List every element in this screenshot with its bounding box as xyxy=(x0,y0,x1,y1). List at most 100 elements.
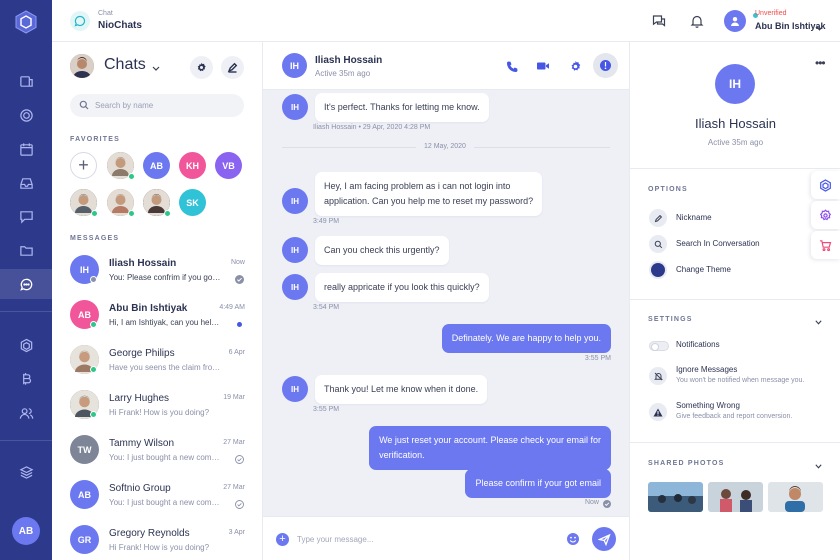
chat-app-icon xyxy=(70,11,90,31)
info-icon xyxy=(600,60,611,71)
setting-description: Give feedback and report conversion. xyxy=(676,413,793,420)
emoji-icon[interactable] xyxy=(566,532,580,549)
read-check-icon xyxy=(235,275,244,287)
favorites-heading: FAVORITES xyxy=(70,136,120,143)
message-time: 27 Mar xyxy=(223,484,245,491)
option-label: Nickname xyxy=(676,213,712,222)
option-nickname[interactable]: Nickname xyxy=(649,209,819,227)
send-icon xyxy=(597,533,611,546)
message-time: 27 Mar xyxy=(223,439,245,446)
add-favorite-button[interactable]: + xyxy=(70,152,97,179)
message-text: Can you check this urgently? xyxy=(324,245,440,255)
message-avatar: IH xyxy=(282,237,308,263)
compose-button[interactable] xyxy=(221,56,244,79)
add-attachment-button[interactable]: + xyxy=(276,533,289,546)
send-button[interactable] xyxy=(592,527,616,551)
message-text: Please confirm if your got email xyxy=(475,478,601,488)
conversation-list-item[interactable]: AB Softnio Group You: I just bought a new … xyxy=(52,473,262,518)
floating-cart-button[interactable] xyxy=(811,231,840,259)
bitcoin-icon[interactable] xyxy=(0,364,52,394)
user-avatar[interactable] xyxy=(724,10,746,32)
gear-icon xyxy=(819,208,832,220)
incoming-message: Hey, I am facing problem as i can not lo… xyxy=(315,172,543,216)
contact-avatar: AB xyxy=(70,480,99,509)
message-text: application. Can you help me to reset my… xyxy=(324,196,534,206)
conversation-list-item[interactable]: George Philips Have you seens the claim f… xyxy=(52,338,262,383)
contact-name: Larry Hughes xyxy=(109,393,170,404)
contact-name: Abu Bin Ishtiyak xyxy=(109,303,188,314)
gear-icon[interactable] xyxy=(568,59,582,73)
app-section-label: Chat xyxy=(98,10,113,17)
message-text: really appricate if you look this quickl… xyxy=(324,282,480,292)
conversation-list-item[interactable]: TW Tammy Wilson You: I just bought a new c… xyxy=(52,428,262,473)
users-icon[interactable] xyxy=(0,398,52,428)
info-button[interactable] xyxy=(593,53,618,78)
conversation-list-item[interactable]: IH Iliash Hossain You: Please confrim if y… xyxy=(52,248,262,293)
message-preview: Hi Frank! How is you doing? xyxy=(109,543,210,552)
profile-name: Iliash Hossain xyxy=(695,116,776,131)
chat-icon[interactable] xyxy=(0,269,52,299)
calendar-icon[interactable] xyxy=(0,134,52,164)
more-options-icon[interactable]: ••• xyxy=(815,56,826,70)
message-square-icon[interactable] xyxy=(0,201,52,231)
message-avatar: IH xyxy=(282,274,308,300)
online-indicator xyxy=(90,321,97,328)
chevron-down-icon[interactable] xyxy=(815,316,822,328)
message-input[interactable] xyxy=(297,530,557,548)
outgoing-message: Definately. We are happy to help you. xyxy=(441,324,611,353)
conversation-list-item[interactable]: AB Abu Bin Ishtiyak Hi, I am Ishtiyak, can… xyxy=(52,293,262,338)
chat-list-panel: Chats FAVORITES + AB KH VB SK MESSAGES IHIli… xyxy=(52,42,263,560)
layers-icon[interactable] xyxy=(0,457,52,487)
hexagon-icon[interactable] xyxy=(0,330,52,360)
video-icon[interactable] xyxy=(536,59,550,73)
contact-name: Tammy Wilson xyxy=(109,438,175,449)
option-search-in-conversation[interactable]: Search In Conversation xyxy=(649,235,819,253)
chevron-down-icon[interactable] xyxy=(815,460,822,472)
sidebar-divider xyxy=(0,440,52,441)
incoming-message: really appricate if you look this quickl… xyxy=(315,273,489,302)
favorite-contact[interactable] xyxy=(70,189,98,217)
folder-icon[interactable] xyxy=(0,235,52,265)
conversation-list-item[interactable]: GR Gregory Reynolds Hi Frank! How is you d… xyxy=(52,518,262,560)
conversation-list-item[interactable]: Larry Hughes Hi Frank! How is you doing? 1… xyxy=(52,383,262,428)
chevron-down-icon[interactable] xyxy=(816,22,823,34)
current-user-avatar[interactable]: AB xyxy=(12,517,40,545)
shared-photo[interactable] xyxy=(768,482,823,512)
favorite-contact[interactable]: AB xyxy=(143,152,170,179)
chevron-down-icon[interactable] xyxy=(152,62,160,74)
bell-icon[interactable] xyxy=(689,13,705,29)
dashboard-icon[interactable] xyxy=(0,66,52,96)
top-header: Chat NioChats Unverified Abu Bin Ishtiya… xyxy=(52,0,840,42)
floating-apps-button[interactable] xyxy=(811,171,840,199)
contact-avatar[interactable]: IH xyxy=(282,53,307,78)
settings-button[interactable] xyxy=(190,56,213,79)
favorite-contact[interactable] xyxy=(143,189,171,217)
inbox-icon[interactable] xyxy=(0,168,52,198)
floating-settings-button[interactable] xyxy=(811,201,840,229)
messages-icon[interactable] xyxy=(651,13,667,29)
favorite-contact[interactable]: KH xyxy=(179,152,206,179)
message-text: Thank you! Let me know when it done. xyxy=(324,384,479,394)
option-change-theme[interactable]: Change Theme xyxy=(649,261,819,279)
my-avatar[interactable] xyxy=(70,54,94,78)
favorite-contact[interactable] xyxy=(107,189,135,217)
app-logo-icon[interactable] xyxy=(13,9,39,35)
chats-title[interactable]: Chats xyxy=(104,56,146,74)
contact-name[interactable]: Iliash Hossain xyxy=(315,55,382,66)
online-indicator xyxy=(90,366,97,373)
outgoing-message: We just reset your account. Please check… xyxy=(369,426,611,470)
favorite-contact[interactable] xyxy=(107,152,135,180)
coin-icon[interactable] xyxy=(0,100,52,130)
messages-heading: MESSAGES xyxy=(70,235,120,242)
contact-avatar: TW xyxy=(70,435,99,464)
phone-icon[interactable] xyxy=(505,59,519,73)
search-icon xyxy=(649,235,667,253)
contact-avatar: GR xyxy=(70,525,99,554)
shared-photo[interactable] xyxy=(648,482,703,512)
user-name[interactable]: Abu Bin Ishtiyak xyxy=(755,21,826,31)
favorite-contact[interactable]: SK xyxy=(179,189,206,216)
search-input[interactable] xyxy=(95,97,235,114)
favorite-contact[interactable]: VB xyxy=(215,152,242,179)
shared-photo[interactable] xyxy=(708,482,763,512)
notifications-toggle[interactable] xyxy=(649,341,669,351)
